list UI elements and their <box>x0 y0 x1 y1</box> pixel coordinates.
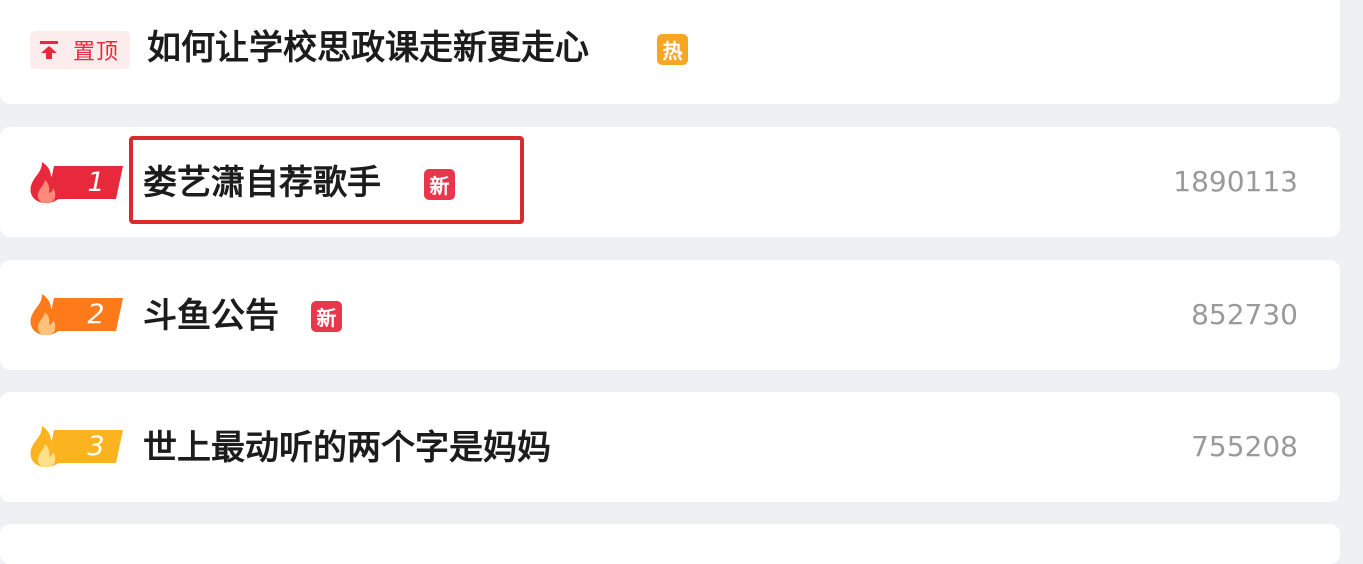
search-count: 755208 <box>1191 430 1298 463</box>
pin-top-icon <box>40 41 58 59</box>
row-title-link[interactable]: 斗鱼公告 <box>143 296 279 336</box>
search-count: 852730 <box>1191 298 1298 331</box>
rank-badge-1: 1 <box>28 157 126 207</box>
hot-search-row-3[interactable]: 3 世上最动听的两个字是妈妈 755208 <box>0 392 1340 502</box>
hot-tag: 热 <box>657 34 688 65</box>
hot-search-row-4-partial[interactable] <box>0 524 1340 564</box>
pinned-badge-label: 置顶 <box>73 40 120 65</box>
row-title-link[interactable]: 世上最动听的两个字是妈妈 <box>143 428 551 468</box>
new-tag: 新 <box>311 301 342 332</box>
rank-badge-3: 3 <box>28 421 126 471</box>
pinned-badge: 置顶 <box>30 31 130 69</box>
rank-number: 3 <box>87 431 105 462</box>
search-count: 1890113 <box>1173 165 1298 198</box>
pinned-title-link[interactable]: 如何让学校思政课走新更走心 <box>147 28 589 68</box>
pinned-row[interactable]: 置顶 如何让学校思政课走新更走心 热 <box>0 0 1340 104</box>
rank-number: 2 <box>87 299 105 330</box>
highlight-box <box>129 136 524 224</box>
hot-search-row-2[interactable]: 2 斗鱼公告 新 852730 <box>0 260 1340 370</box>
rank-number: 1 <box>87 167 105 198</box>
rank-badge-2: 2 <box>28 289 126 339</box>
